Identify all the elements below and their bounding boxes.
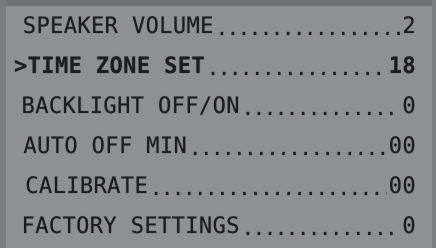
menu-item-value: 0 <box>402 213 416 239</box>
menu-item-speaker-volume[interactable]: SPEAKER VOLUME .........................… <box>0 6 436 46</box>
dot-leader: ...................................... <box>207 56 387 80</box>
menu-item-calibrate[interactable]: CALIBRATE ..............................… <box>0 166 436 206</box>
menu-item-label: SPEAKER VOLUME <box>22 13 214 39</box>
menu-item-auto-off-min[interactable]: AUTO OFF MIN ...........................… <box>0 126 436 166</box>
menu-item-backlight[interactable]: BACKLIGHT OFF/ON .......................… <box>0 86 436 126</box>
menu-item-value: 00 <box>388 173 416 199</box>
dot-leader: ...................................... <box>189 136 387 160</box>
dot-leader: ...................................... <box>241 216 400 240</box>
settings-menu: SPEAKER VOLUME .........................… <box>0 6 436 248</box>
menu-item-factory-settings[interactable]: FACTORY SETTINGS .......................… <box>0 206 436 246</box>
menu-item-label: FACTORY SETTINGS <box>21 213 240 239</box>
dot-leader: ...................................... <box>150 176 387 200</box>
menu-item-label: BACKLIGHT OFF/ON <box>21 93 240 119</box>
menu-item-time-zone-set[interactable]: > TIME ZONE SET ........................… <box>0 46 436 86</box>
lcd-screen: SPEAKER VOLUME .........................… <box>0 0 436 248</box>
menu-item-value: 2 <box>402 13 416 39</box>
menu-item-label: AUTO OFF MIN <box>23 133 188 159</box>
menu-item-label: CALIBRATE <box>25 173 149 199</box>
dot-leader: ...................................... <box>241 96 400 120</box>
selection-cursor: > <box>14 53 28 79</box>
menu-item-label: TIME ZONE SET <box>27 53 206 79</box>
menu-item-value: 00 <box>388 133 416 159</box>
menu-item-value: 0 <box>402 93 416 119</box>
dot-leader: ...................................... <box>215 16 401 40</box>
menu-item-value: 18 <box>388 53 416 79</box>
